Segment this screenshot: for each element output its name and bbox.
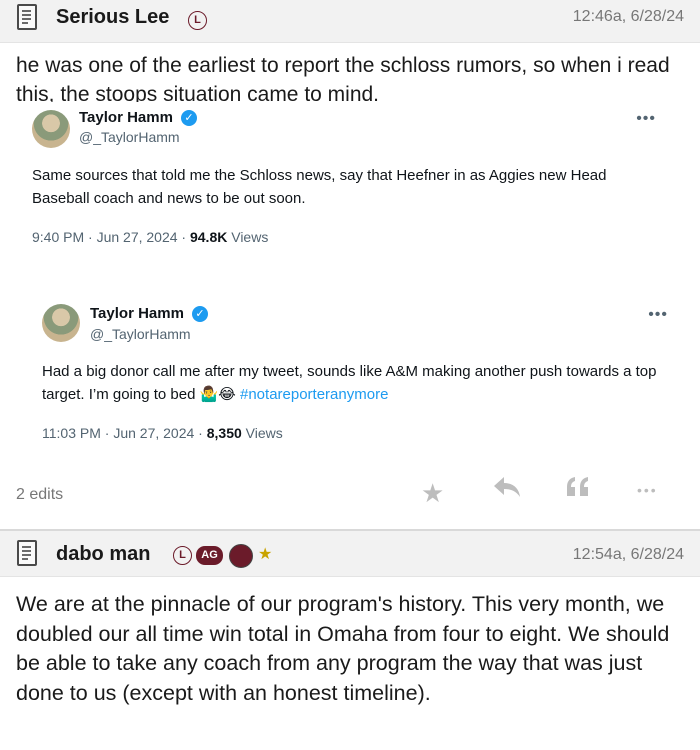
- edits-link[interactable]: 2 edits: [16, 486, 63, 504]
- post-timestamp[interactable]: 12:54a, 6/28/24: [573, 546, 684, 564]
- ag-badge-icon: AG: [196, 546, 223, 565]
- document-icon[interactable]: [17, 540, 37, 566]
- tweet-author-handle[interactable]: @_TaylorHamm: [79, 129, 180, 145]
- emoji-icon: 🤷‍♂️😂: [199, 386, 236, 403]
- quoted-tweet[interactable]: Taylor Hamm ✓ @_TaylorHamm ••• Had a big…: [24, 282, 676, 452]
- post-timestamp[interactable]: 12:46a, 6/28/24: [573, 8, 684, 26]
- star-badge-icon: ★: [258, 546, 273, 563]
- hashtag-link[interactable]: #notareporteranymore: [236, 386, 388, 403]
- post-header: Serious Lee L 12:46a, 6/28/24: [0, 0, 700, 43]
- tweet-views-label: Views: [227, 229, 269, 245]
- username[interactable]: dabo man: [56, 543, 150, 566]
- verified-badge-icon: ✓: [181, 110, 197, 126]
- post-body: We are at the pinnacle of our program's …: [16, 592, 670, 705]
- tweet-text: Had a big donor call me after my tweet, …: [42, 360, 662, 406]
- reply-icon[interactable]: [492, 474, 522, 507]
- tweet-view-count: 8,350: [206, 425, 242, 441]
- tweet-avatar[interactable]: [32, 110, 70, 148]
- tweet-view-count: 94.8K: [189, 229, 228, 245]
- star-icon[interactable]: ★: [421, 478, 444, 509]
- tweet-author-name[interactable]: Taylor Hamm: [90, 305, 184, 322]
- post-header: dabo man L AG ★ 12:54a, 6/28/24: [0, 529, 700, 577]
- more-options-icon[interactable]: •••: [648, 306, 668, 324]
- tweet-time[interactable]: 9:40 PM · Jun 27, 2024 ·: [32, 229, 190, 245]
- tweet-author-name[interactable]: Taylor Hamm: [79, 109, 173, 126]
- verified-badge-icon: ✓: [192, 306, 208, 322]
- tweet-time[interactable]: 11:03 PM · Jun 27, 2024 ·: [42, 425, 207, 441]
- tweet-meta: 9:40 PM · Jun 27, 2024 · 94.8K Views: [32, 229, 268, 245]
- post-body: he was one of the earliest to report the…: [16, 54, 670, 106]
- more-actions-icon[interactable]: •••: [637, 482, 658, 498]
- more-options-icon[interactable]: •••: [636, 110, 656, 128]
- helmet-icon: [229, 544, 253, 568]
- tweet-meta: 11:03 PM · Jun 27, 2024 · 8,350 Views: [42, 425, 283, 441]
- tweet-author-handle[interactable]: @_TaylorHamm: [90, 326, 191, 342]
- document-icon[interactable]: [17, 4, 37, 30]
- tweet-avatar[interactable]: [42, 304, 80, 342]
- l-badge-icon: L: [173, 546, 192, 565]
- tweet-text: Same sources that told me the Schloss ne…: [32, 167, 607, 207]
- tweet-views-label: Views: [241, 425, 283, 441]
- username[interactable]: Serious Lee: [56, 6, 169, 29]
- quote-icon[interactable]: [565, 474, 591, 507]
- l-badge-icon: L: [188, 11, 207, 30]
- embedded-tweet[interactable]: Taylor Hamm ✓ @_TaylorHamm ••• Same sour…: [16, 102, 684, 462]
